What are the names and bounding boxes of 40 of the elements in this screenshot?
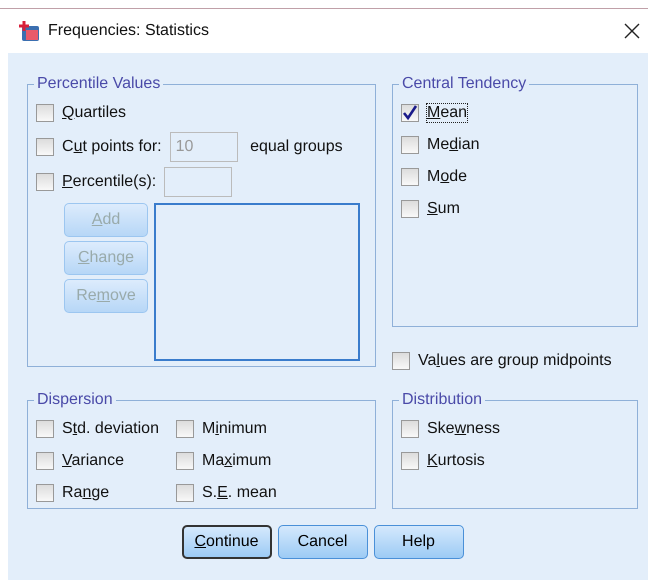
group-title: Percentile Values — [36, 75, 162, 93]
checkbox[interactable] — [36, 452, 54, 470]
dialog-button[interactable]: Cancel — [278, 525, 368, 559]
window-title: Frequencies: Statistics — [48, 22, 210, 40]
checkbox-label[interactable]: Range — [62, 484, 110, 502]
checkbox[interactable] — [36, 484, 54, 502]
close-icon[interactable] — [624, 23, 640, 39]
dialog-button[interactable]: Help — [374, 525, 464, 559]
checkbox[interactable] — [401, 420, 419, 438]
checkbox[interactable] — [176, 420, 194, 438]
checkbox-label[interactable]: Kurtosis — [427, 452, 485, 470]
checkbox[interactable] — [401, 104, 419, 122]
checkbox[interactable] — [401, 200, 419, 218]
checkbox[interactable] — [36, 104, 54, 122]
checkbox[interactable] — [401, 168, 419, 186]
field-suffix: equal groups — [249, 138, 343, 156]
checkbox-label[interactable]: Quartiles — [62, 104, 126, 122]
checkbox[interactable] — [401, 452, 419, 470]
checkbox[interactable] — [176, 452, 194, 470]
percentile-list[interactable] — [154, 203, 360, 361]
group-title: Central Tendency — [401, 75, 528, 93]
checkbox-label[interactable]: Maximum — [202, 452, 272, 470]
checkbox-label[interactable]: Minimum — [202, 420, 267, 438]
checkbox-label[interactable]: Skewness — [427, 420, 500, 438]
checkbox[interactable] — [176, 484, 194, 502]
checkbox-label[interactable]: Sum — [427, 200, 460, 218]
app-icon — [18, 20, 40, 42]
checkbox-label[interactable]: Mean — [427, 104, 468, 122]
checkbox[interactable] — [36, 420, 54, 438]
group-title: Dispersion — [36, 391, 114, 409]
checkbox-label[interactable]: Std. deviation — [62, 420, 159, 438]
checkbox-label[interactable]: S.E. mean — [202, 484, 277, 502]
checkbox-label[interactable]: Variance — [62, 452, 124, 470]
checkbox[interactable] — [392, 352, 410, 370]
group-title: Distribution — [401, 391, 484, 409]
checkbox-label[interactable]: Mode — [427, 168, 468, 186]
checkbox-label[interactable]: Median — [427, 136, 480, 154]
checkbox-label[interactable]: Values are group midpoints — [418, 352, 612, 370]
dialog-button[interactable]: Continue — [182, 525, 272, 559]
checkbox[interactable] — [401, 136, 419, 154]
